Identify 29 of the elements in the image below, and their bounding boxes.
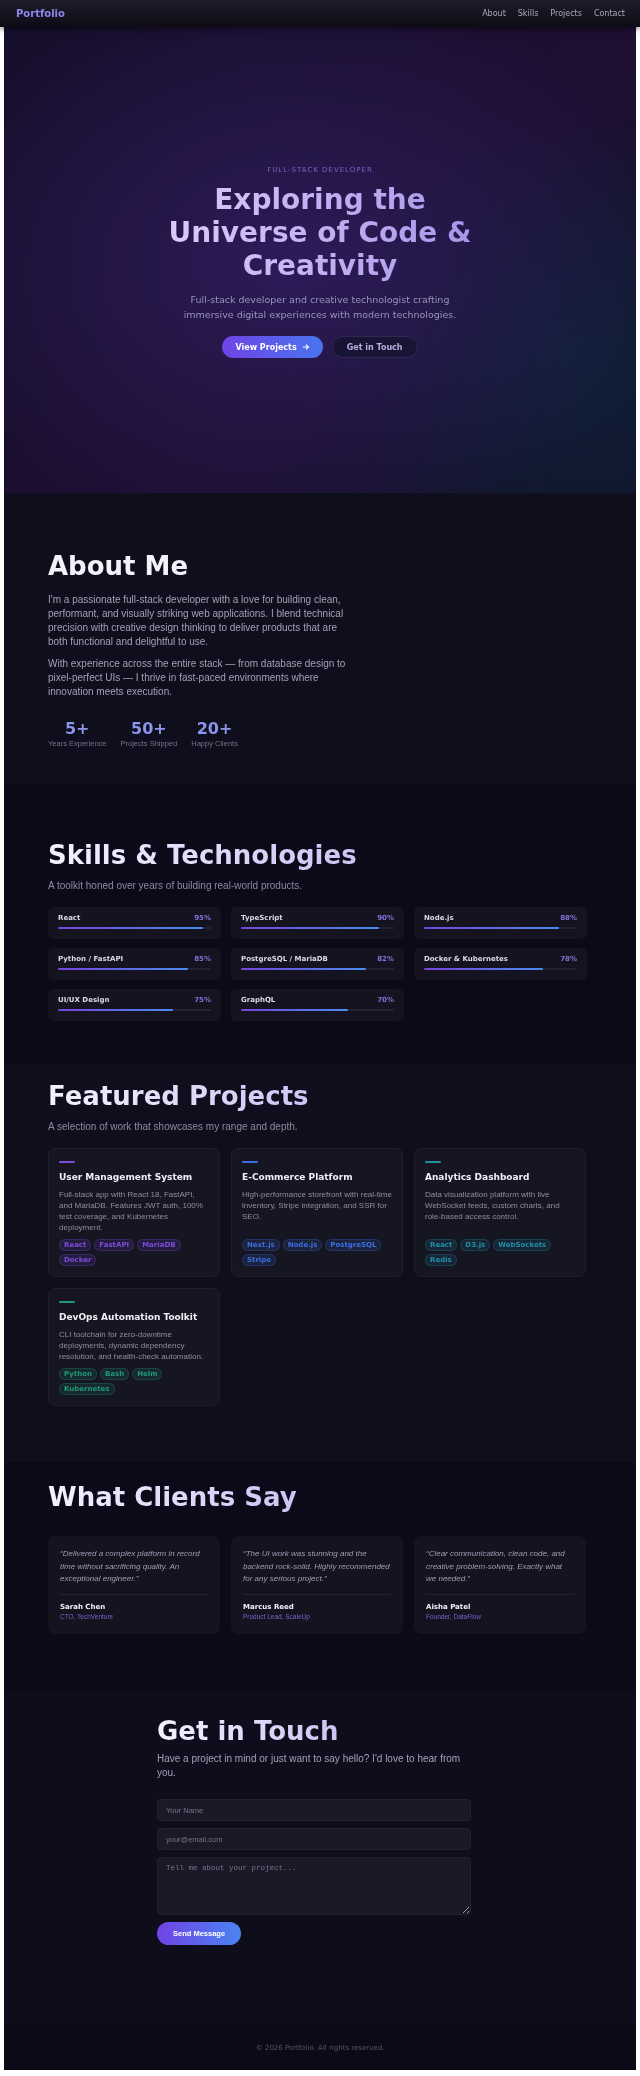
project-title: DevOps Automation Toolkit bbox=[59, 1312, 199, 1322]
nav-link[interactable]: Contact bbox=[593, 9, 625, 18]
project-title: E-Commerce Platform bbox=[242, 1172, 354, 1182]
section-subtitle: Have a project in mind or just want to say hello? I'd love to hear from you. bbox=[157, 1752, 462, 1780]
project-description: Data visualization platform with live WebSocket feeds, custom charts, and role-based access control. bbox=[425, 1189, 561, 1223]
section-subtitle: A selection of work that showcases my range and depth. bbox=[48, 1121, 299, 1132]
testimonial-quote: “Delivered a complex platform in record time without sacrificing quality. An exceptional engineer.” bbox=[60, 1548, 201, 1585]
project-title: User Management System bbox=[59, 1172, 194, 1182]
get-in-touch-button[interactable]: Get in Touch bbox=[331, 336, 418, 358]
project-description: CLI toolchain for zero-downtime deployments, dynamic dependency resolution, and health-check automation. bbox=[59, 1329, 205, 1362]
about-paragraph: With experience across the entire stack — from database design to pixel-perfect UIs — I thrive in fast-paced environments where innovation meets execution. bbox=[48, 657, 347, 699]
project-description: High-performance storefront with real-time inventory, Stripe integration, and SSR for SEO. bbox=[242, 1189, 392, 1223]
section-title: About Me bbox=[48, 551, 189, 581]
nav-link[interactable]: Skills bbox=[517, 9, 539, 18]
project-title: Analytics Dashboard bbox=[425, 1172, 531, 1182]
project-description: Full-stack app with React 18, FastAPI, and MariaDB. Features JWT auth, 100% test coverage, and Kubernetes deployment. bbox=[59, 1189, 204, 1233]
stat-value: 5+ bbox=[65, 721, 90, 737]
testimonial-quote: “Clear communication, clean code, and creative problem-solving. Exactly what we needed.” bbox=[426, 1548, 566, 1585]
view-projects-button[interactable]: View Projects bbox=[222, 336, 323, 358]
arrow-right-icon bbox=[301, 343, 310, 351]
nav-link[interactable]: About bbox=[482, 9, 506, 18]
testimonial-quote: “The UI work was stunning and the backend rock-solid. Highly recommended for any serious project.” bbox=[243, 1548, 391, 1585]
about-paragraph: I'm a passionate full-stack developer with a love for building clean, performant, and visually striking web applications. I blend technical precision with creative design thinking to deliver products that are both functional and delightful to use. bbox=[48, 593, 345, 649]
nav-link[interactable]: Projects bbox=[550, 9, 582, 18]
stat-value: 50+ bbox=[131, 721, 167, 737]
hero-subtitle: Full-stack developer and creative technologist crafting immersive digital experiences with modern technologies. bbox=[182, 293, 458, 322]
section-subtitle: A toolkit honed over years of building real-world products. bbox=[48, 880, 304, 891]
logo-link[interactable]: Portfolio bbox=[16, 8, 65, 19]
stat-value: 20+ bbox=[196, 721, 233, 737]
